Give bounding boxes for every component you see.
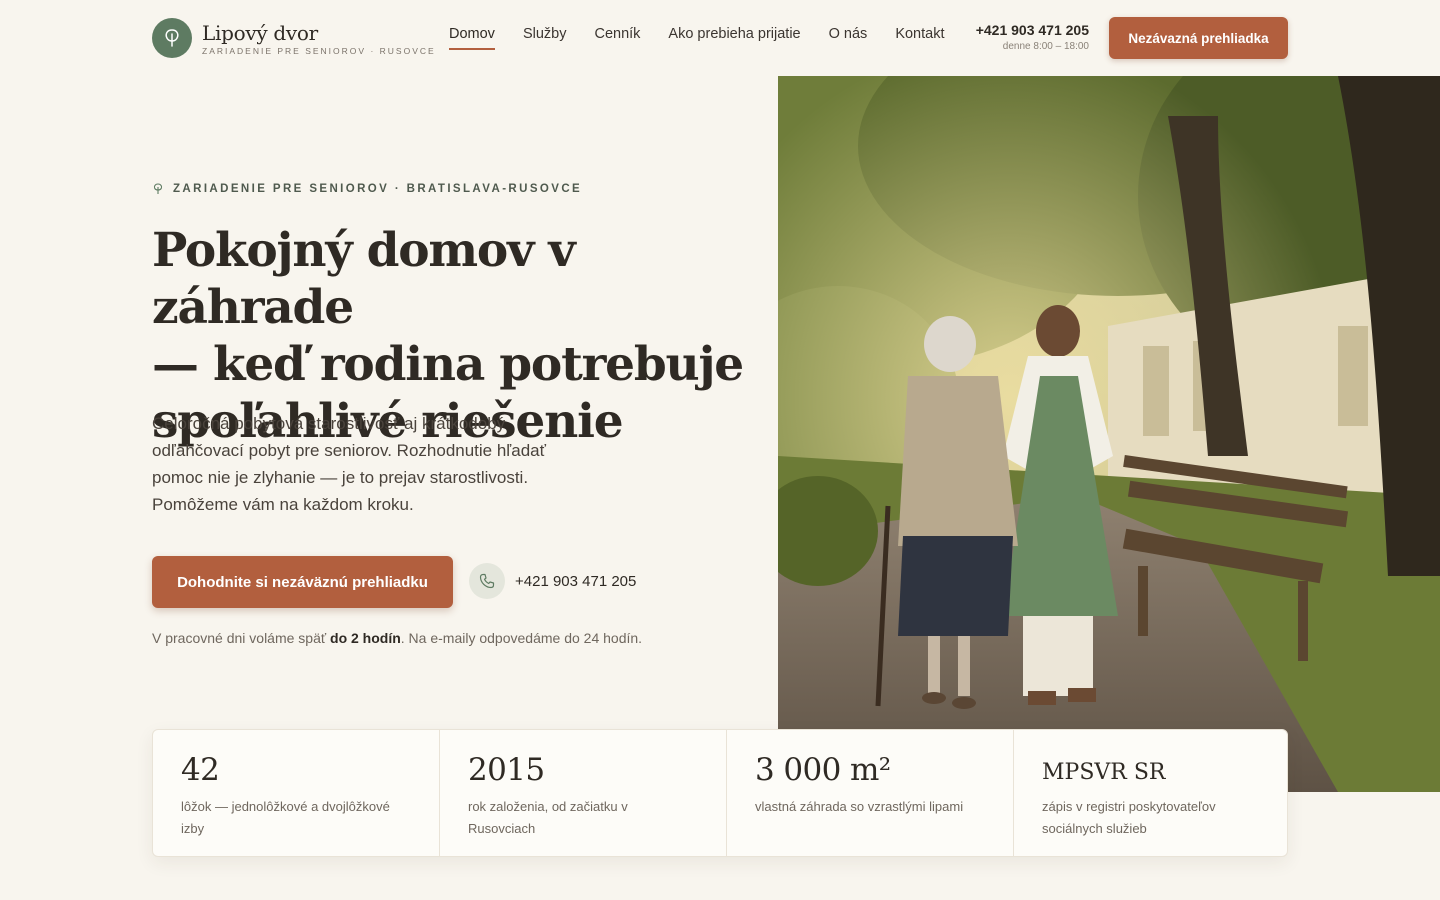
hero-cta-button[interactable]: Dohodnite si nezáväznú prehliadku: [152, 556, 453, 608]
stat-card: MPSVR SR zápis v registri poskytovateľov…: [1014, 730, 1300, 856]
stat-value: MPSVR SR: [1042, 760, 1166, 785]
main-nav: Domov Služby Cenník Ako prebieha prijati…: [449, 26, 972, 50]
hero-description-line: odľahčovací pobyt pre seniorov. Rozhodnu…: [152, 441, 547, 460]
hero-title-line: — keď rodina potrebuje: [152, 337, 744, 392]
stat-label: rok založenia, od začiatku v Rusovciach: [468, 799, 628, 836]
stat-value: 42: [181, 752, 220, 788]
logo[interactable]: Lipový dvor ZARIADENIE PRE SENIOROV · RU…: [152, 18, 436, 58]
brand-name: Lipový dvor: [202, 20, 318, 45]
brand-subtitle: ZARIADENIE PRE SENIOROV · RUSOVCE: [202, 45, 436, 56]
callback-text: V pracovné dni voláme späť: [152, 630, 331, 646]
hero-eyebrow-text: ZARIADENIE PRE SENIOROV · BRATISLAVA-RUS…: [173, 183, 583, 195]
nav-item-cennik[interactable]: Cenník: [594, 26, 640, 50]
header-phone-link[interactable]: +421 903 471 205: [967, 22, 1089, 38]
site-header: Lipový dvor ZARIADENIE PRE SENIOROV · RU…: [0, 0, 1440, 76]
hero-eyebrow: ZARIADENIE PRE SENIOROV · BRATISLAVA-RUS…: [152, 183, 582, 195]
header-cta-button[interactable]: Nezávazná prehliadka: [1109, 17, 1288, 59]
nav-item-sluzby[interactable]: Služby: [523, 26, 567, 50]
hero-description-line: pomoc nie je zlyhanie — je to prejav sta…: [152, 468, 529, 487]
nav-item-prijatie[interactable]: Ako prebieha prijatie: [668, 26, 800, 50]
stat-label: lôžok — jednolôžkové a dvojlôžkové izby: [181, 799, 390, 836]
hero-description-line: Celoročná pobytová starostlivosť aj krát…: [152, 414, 506, 433]
phone-icon: [469, 563, 505, 599]
stat-label: zápis v registri poskytovateľov sociálny…: [1042, 799, 1216, 836]
hero-phone-number: +421 903 471 205: [515, 572, 637, 590]
stat-card: 42 lôžok — jednolôžkové a dvojlôžkové iz…: [153, 730, 440, 856]
stat-card: 3 000 m² vlastná záhrada so vzrastlými l…: [727, 730, 1014, 856]
nav-item-domov[interactable]: Domov: [449, 26, 495, 50]
leaf-icon: [153, 183, 163, 194]
stat-label: vlastná záhrada so vzrastlými lipami: [755, 799, 964, 814]
nav-item-o-nas[interactable]: O nás: [829, 26, 868, 50]
callback-highlight: do 2 hodín: [330, 630, 401, 646]
stat-value: 2015: [468, 752, 545, 788]
callback-note: V pracovné dni voláme späť do 2 hodín. N…: [152, 630, 642, 646]
header-phone-block: +421 903 471 205 denne 8:00 – 18:00: [967, 22, 1089, 52]
hero-description: Celoročná pobytová starostlivosť aj krát…: [152, 410, 552, 518]
stat-card: 2015 rok založenia, od začiatku v Rusovc…: [440, 730, 727, 856]
hero-phone-link[interactable]: +421 903 471 205: [469, 563, 636, 599]
nav-item-kontakt[interactable]: Kontakt: [895, 26, 944, 50]
hero-description-line: Pomôžeme vám na každom kroku.: [152, 495, 414, 514]
callback-text-end: . Na e-maily odpovedáme do 24 hodín.: [400, 630, 643, 646]
stats-bar: 42 lôžok — jednolôžkové a dvojlôžkové iz…: [152, 729, 1288, 857]
header-phone-hours: denne 8:00 – 18:00: [1002, 41, 1089, 52]
hero-photo: [778, 76, 1440, 792]
linden-leaf-icon: [152, 18, 192, 58]
stat-value: 3 000 m²: [755, 752, 891, 788]
hero-title-line: Pokojný domov v záhrade: [152, 223, 576, 335]
